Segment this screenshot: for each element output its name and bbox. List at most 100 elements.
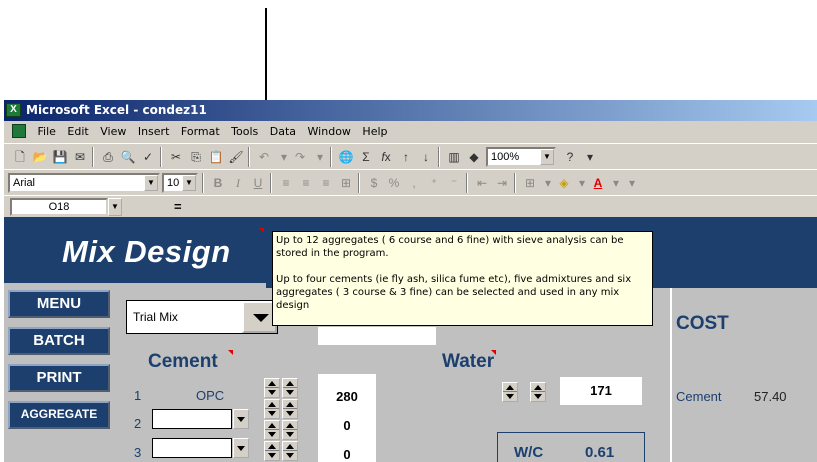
- print-preview-icon[interactable]: 🔍: [118, 148, 138, 166]
- chevron-down-icon[interactable]: ▼: [144, 175, 158, 191]
- increase-indent-icon[interactable]: ⇥: [492, 174, 512, 192]
- standard-toolbar: 🗋 📂 💾 ✉ ⎙ 🔍 ✓ ✂ ⎘ 📋 🖌 ↶ ▾ ↷ ▾ 🌐 Σ fx ↑ ↓…: [4, 143, 817, 169]
- italic-button[interactable]: I: [228, 174, 248, 192]
- help-icon[interactable]: ?: [560, 148, 580, 166]
- align-center-icon[interactable]: ≡: [296, 174, 316, 192]
- autosum-icon[interactable]: Σ: [356, 148, 376, 166]
- underline-button[interactable]: U: [248, 174, 268, 192]
- merge-center-icon[interactable]: ⊞: [336, 174, 356, 192]
- print-button[interactable]: PRINT: [8, 364, 110, 392]
- chevron-down-icon[interactable]: [233, 438, 249, 458]
- open-icon[interactable]: 📂: [30, 148, 50, 166]
- wc-label: W/C: [514, 444, 544, 461]
- fill-color-icon[interactable]: ◈: [554, 174, 574, 192]
- paste-icon[interactable]: 📋: [206, 148, 226, 166]
- redo-icon[interactable]: ↷: [290, 148, 310, 166]
- spinner-icon[interactable]: [282, 420, 298, 440]
- font-color-icon[interactable]: A: [588, 174, 608, 192]
- chart-wizard-icon[interactable]: ▥: [444, 148, 464, 166]
- comma-button[interactable]: ,: [404, 174, 424, 192]
- hyperlink-icon[interactable]: 🌐: [336, 148, 356, 166]
- undo-icon[interactable]: ↶: [254, 148, 274, 166]
- menu-window[interactable]: Window: [304, 121, 355, 138]
- batch-button[interactable]: BATCH: [8, 327, 110, 355]
- cement-value[interactable]: 0: [318, 418, 376, 433]
- cost-label: Cement: [676, 389, 722, 404]
- workbook-icon[interactable]: [12, 124, 26, 138]
- bold-button[interactable]: B: [208, 174, 228, 192]
- currency-button[interactable]: $: [364, 174, 384, 192]
- cement-value[interactable]: 0: [318, 447, 376, 462]
- menu-file[interactable]: File: [34, 121, 60, 138]
- comment-indicator[interactable]: [259, 228, 264, 233]
- new-icon[interactable]: 🗋: [10, 148, 30, 166]
- formula-equals-button[interactable]: =: [174, 199, 182, 214]
- cement-heading: Cement: [148, 351, 218, 372]
- toolbar-separator: [330, 147, 332, 167]
- save-icon[interactable]: 💾: [50, 148, 70, 166]
- water-value[interactable]: 171: [560, 377, 642, 405]
- spinner-icon[interactable]: [264, 399, 280, 419]
- chevron-down-icon[interactable]: [233, 409, 249, 429]
- menu-data[interactable]: Data: [266, 121, 300, 138]
- input-cell[interactable]: [318, 327, 436, 345]
- comment-indicator[interactable]: [228, 350, 233, 355]
- name-box[interactable]: O18: [10, 198, 108, 216]
- menu-help[interactable]: Help: [358, 121, 391, 138]
- spinner-icon[interactable]: [264, 378, 280, 398]
- cement-row-number: 2: [134, 416, 142, 431]
- toolbar-options-icon[interactable]: ▾: [580, 148, 600, 166]
- sort-ascending-icon[interactable]: ↑: [396, 148, 416, 166]
- tooltip-line: Up to four cements (ie fly ash, silica f…: [276, 274, 632, 311]
- print-icon[interactable]: ⎙: [98, 148, 118, 166]
- spinner-icon[interactable]: [502, 382, 518, 402]
- aggregate-button[interactable]: AGGREGATE: [8, 401, 110, 429]
- spinner-icon[interactable]: [264, 441, 280, 461]
- menu-edit[interactable]: Edit: [63, 121, 92, 138]
- drawing-icon[interactable]: ◆: [464, 148, 484, 166]
- menu-insert[interactable]: Insert: [134, 121, 174, 138]
- spinner-icon[interactable]: [530, 382, 546, 402]
- cement-type-select[interactable]: [152, 438, 232, 458]
- water-heading: Water: [442, 351, 495, 372]
- menu-format[interactable]: Format: [177, 121, 224, 138]
- zoom-select[interactable]: 100% ▼: [486, 147, 556, 167]
- formula-bar: O18 ▼ =: [4, 195, 817, 217]
- cement-type-label: OPC: [196, 388, 225, 403]
- decrease-indent-icon[interactable]: ⇤: [472, 174, 492, 192]
- spinner-icon[interactable]: [264, 420, 280, 440]
- decrease-decimal-icon[interactable]: ⁻: [444, 174, 464, 192]
- page-title: Mix Design: [62, 234, 231, 269]
- toolbar-options-icon[interactable]: ▾: [622, 174, 642, 192]
- align-left-icon[interactable]: ≡: [276, 174, 296, 192]
- cement-value[interactable]: 280: [318, 389, 376, 404]
- function-icon[interactable]: fx: [376, 148, 396, 166]
- chevron-down-icon[interactable]: ▼: [108, 198, 122, 216]
- toolbar-separator: [248, 147, 250, 167]
- mail-icon[interactable]: ✉: [70, 148, 90, 166]
- cement-type-select[interactable]: [152, 409, 232, 429]
- menu-button[interactable]: MENU: [8, 290, 110, 318]
- format-painter-icon[interactable]: 🖌: [226, 148, 246, 166]
- borders-icon[interactable]: ⊞: [520, 174, 540, 192]
- chevron-down-icon[interactable]: ▼: [540, 149, 554, 165]
- align-right-icon[interactable]: ≡: [316, 174, 336, 192]
- chevron-down-icon[interactable]: ▼: [182, 175, 196, 191]
- redo-dropdown-icon[interactable]: ▾: [310, 148, 330, 166]
- percent-button[interactable]: %: [384, 174, 404, 192]
- spelling-icon[interactable]: ✓: [138, 148, 158, 166]
- font-size-select[interactable]: 10 ▼: [162, 173, 198, 193]
- excel-app-icon[interactable]: X: [6, 103, 21, 117]
- spinner-icon[interactable]: [282, 399, 298, 419]
- cut-icon[interactable]: ✂: [166, 148, 186, 166]
- spinner-icon[interactable]: [282, 378, 298, 398]
- font-name-select[interactable]: Arial ▼: [8, 173, 160, 193]
- copy-icon[interactable]: ⎘: [186, 148, 206, 166]
- spinner-icon[interactable]: [282, 441, 298, 461]
- comment-indicator[interactable]: [491, 350, 496, 355]
- menu-view[interactable]: View: [96, 121, 130, 138]
- sort-descending-icon[interactable]: ↓: [416, 148, 436, 166]
- menu-tools[interactable]: Tools: [227, 121, 262, 138]
- toolbar-separator: [270, 173, 272, 193]
- increase-decimal-icon[interactable]: ⁺: [424, 174, 444, 192]
